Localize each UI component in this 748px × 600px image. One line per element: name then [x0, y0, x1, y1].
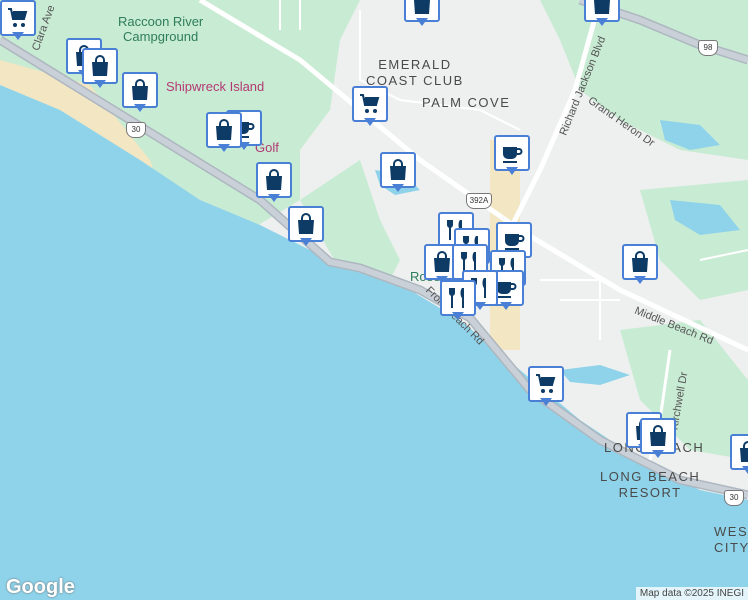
utensils-icon	[440, 280, 476, 316]
coffee-marker[interactable]	[494, 135, 530, 179]
shopping-bag-icon	[256, 162, 292, 198]
shopping-bag-icon	[380, 152, 416, 188]
shopping-bag-marker[interactable]	[206, 112, 242, 156]
map-attribution[interactable]: Map data ©2025 INEGI	[635, 587, 748, 600]
route-shield-392a: 392A	[466, 193, 492, 209]
route-shield-30-east: 30	[724, 490, 744, 506]
route-shield-30: 30	[126, 122, 146, 138]
shopping-bag-marker[interactable]	[404, 0, 440, 30]
shopping-bag-icon	[206, 112, 242, 148]
shopping-cart-icon	[528, 366, 564, 402]
google-logo: Google	[6, 576, 75, 598]
shopping-bag-marker[interactable]	[622, 244, 658, 288]
shopping-bag-icon	[82, 48, 118, 84]
shopping-cart-icon	[352, 86, 388, 122]
shopping-bag-icon	[730, 434, 748, 470]
shopping-cart-marker[interactable]	[0, 0, 36, 44]
shopping-cart-marker[interactable]	[352, 86, 388, 130]
shopping-bag-marker[interactable]	[380, 152, 416, 196]
shopping-bag-icon	[640, 418, 676, 454]
shopping-bag-marker[interactable]	[82, 48, 118, 92]
route-shield-98: 98	[698, 40, 718, 56]
shopping-bag-marker[interactable]	[256, 162, 292, 206]
shopping-bag-icon	[288, 206, 324, 242]
shopping-bag-icon	[122, 72, 158, 108]
shopping-bag-marker[interactable]	[584, 0, 620, 30]
shopping-bag-marker[interactable]	[288, 206, 324, 250]
shopping-cart-marker[interactable]	[528, 366, 564, 410]
coffee-icon	[494, 135, 530, 171]
shopping-cart-icon	[0, 0, 36, 36]
shopping-bag-marker[interactable]	[640, 418, 676, 462]
utensils-marker[interactable]	[440, 280, 476, 324]
shopping-bag-marker[interactable]	[730, 434, 748, 478]
shopping-bag-marker[interactable]	[122, 72, 158, 116]
shopping-bag-icon	[622, 244, 658, 280]
